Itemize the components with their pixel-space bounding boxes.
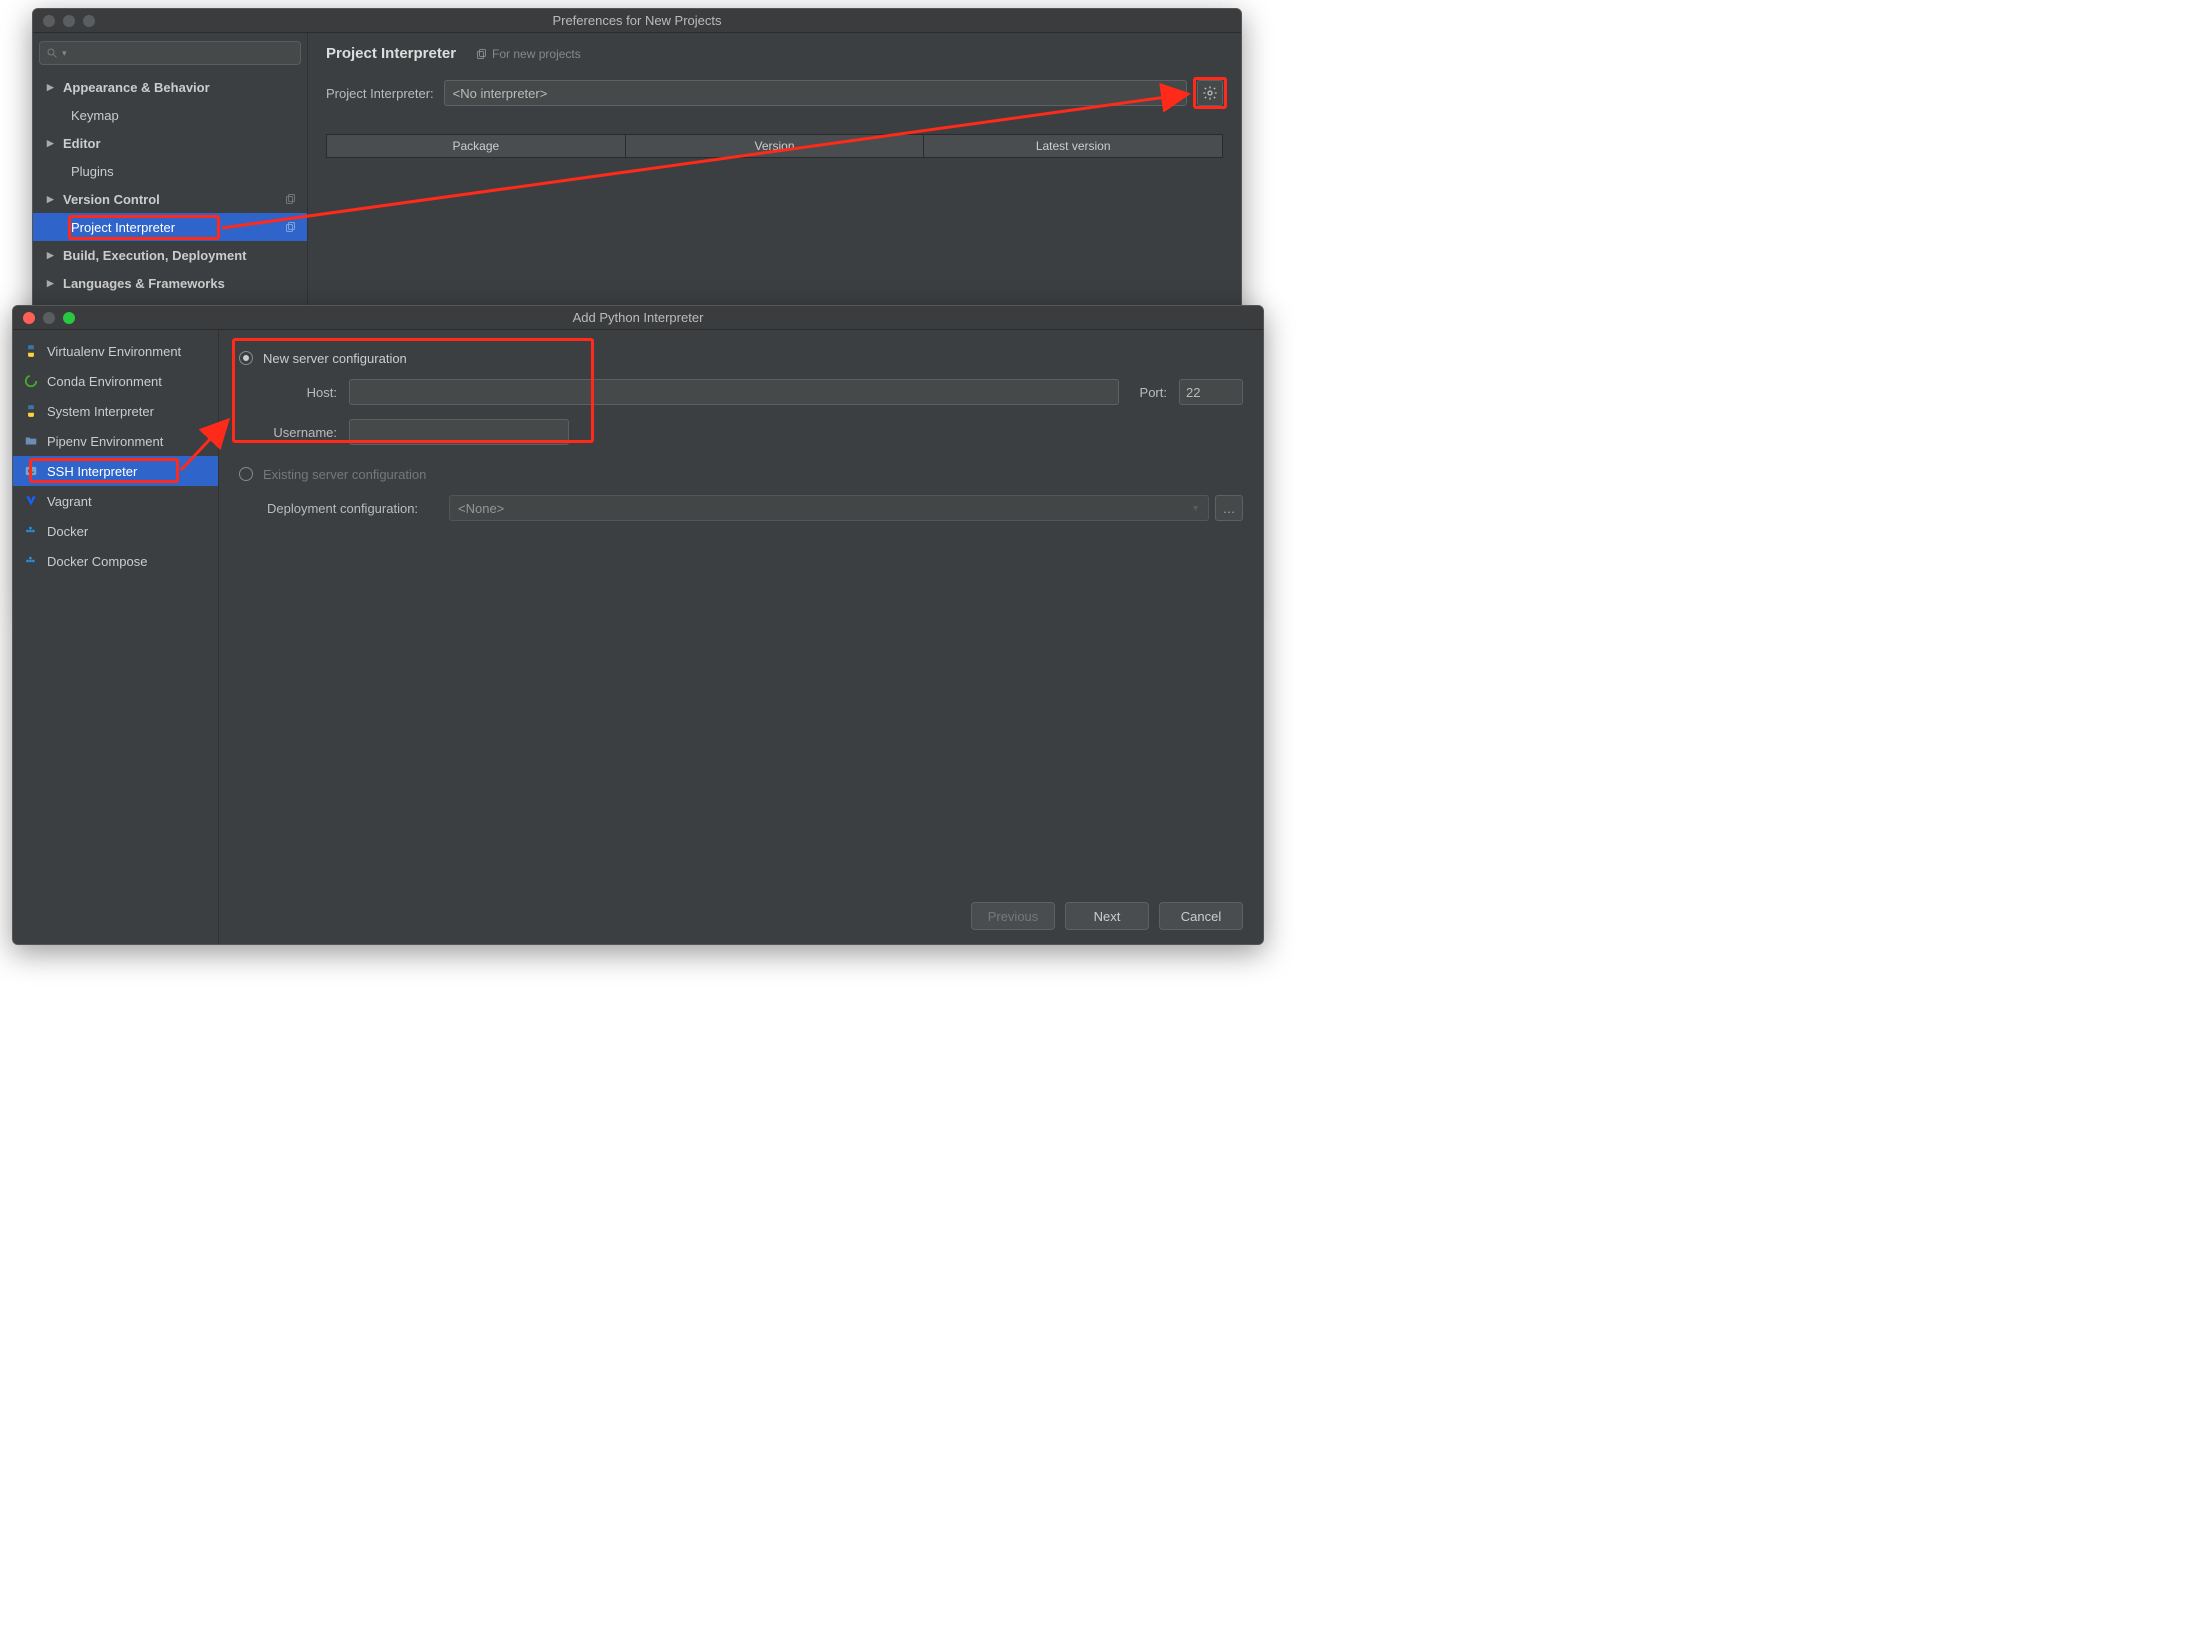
col-package[interactable]: Package — [327, 135, 626, 157]
radio-existing-server[interactable]: Existing server configuration — [239, 460, 1243, 488]
type-system[interactable]: System Interpreter — [13, 396, 218, 426]
col-version[interactable]: Version — [626, 135, 925, 157]
conda-icon — [23, 373, 39, 389]
terminal-icon — [23, 463, 39, 479]
tree-label: Plugins — [71, 164, 114, 179]
preferences-search-input[interactable]: ▾ — [39, 41, 301, 65]
tree-build[interactable]: ▸Build, Execution, Deployment — [33, 241, 307, 269]
search-icon — [46, 47, 58, 59]
radio-icon — [239, 467, 253, 481]
next-button[interactable]: Next — [1065, 902, 1149, 930]
type-docker[interactable]: Docker — [13, 516, 218, 546]
docker-icon — [23, 553, 39, 569]
cancel-button[interactable]: Cancel — [1159, 902, 1243, 930]
type-label: System Interpreter — [47, 404, 154, 419]
add-interpreter-window: Add Python Interpreter Virtualenv Enviro… — [12, 305, 1264, 945]
type-virtualenv[interactable]: Virtualenv Environment — [13, 336, 218, 366]
tree-label: Editor — [63, 136, 101, 151]
interpreter-value: <No interpreter> — [453, 86, 548, 101]
gear-icon — [1202, 85, 1218, 101]
type-label: Vagrant — [47, 494, 92, 509]
deploy-label: Deployment configuration: — [239, 501, 449, 516]
chevron-down-icon: ▼ — [1169, 88, 1178, 98]
packages-table: Package Version Latest version — [326, 134, 1223, 158]
python-icon — [23, 403, 39, 419]
tree-label: Keymap — [71, 108, 119, 123]
username-input[interactable] — [349, 419, 569, 445]
interpreter-settings-button[interactable] — [1197, 80, 1223, 106]
preferences-title: Preferences for New Projects — [33, 13, 1241, 28]
radio-new-server[interactable]: New server configuration — [239, 344, 1243, 372]
tree-label: Project Interpreter — [71, 220, 175, 235]
interpreter-dropdown[interactable]: <No interpreter> ▼ — [444, 80, 1187, 106]
type-docker-compose[interactable]: Docker Compose — [13, 546, 218, 576]
type-label: Docker — [47, 524, 88, 539]
docker-icon — [23, 523, 39, 539]
tree-languages[interactable]: ▸Languages & Frameworks — [33, 269, 307, 297]
chevron-down-icon: ▼ — [1191, 503, 1200, 513]
tree-label: Languages & Frameworks — [63, 276, 225, 291]
copy-icon — [285, 221, 297, 233]
add-interpreter-titlebar[interactable]: Add Python Interpreter — [13, 306, 1263, 330]
port-label: Port: — [1119, 385, 1179, 400]
col-latest[interactable]: Latest version — [924, 135, 1222, 157]
type-vagrant[interactable]: Vagrant — [13, 486, 218, 516]
python-icon — [23, 343, 39, 359]
deploy-value: <None> — [458, 501, 504, 516]
type-label: Virtualenv Environment — [47, 344, 181, 359]
radio-label: New server configuration — [263, 351, 407, 366]
copy-icon — [476, 48, 488, 60]
type-pipenv[interactable]: Pipenv Environment — [13, 426, 218, 456]
tree-version-control[interactable]: ▸Version Control — [33, 185, 307, 213]
type-label: SSH Interpreter — [47, 464, 137, 479]
folder-icon — [23, 433, 39, 449]
radio-label: Existing server configuration — [263, 467, 426, 482]
type-label: Pipenv Environment — [47, 434, 163, 449]
port-input[interactable]: 22 — [1179, 379, 1243, 405]
interpreter-type-list: Virtualenv Environment Conda Environment… — [13, 330, 219, 944]
for-new-projects-label: For new projects — [476, 47, 581, 61]
tree-label: Build, Execution, Deployment — [63, 248, 246, 263]
vagrant-icon — [23, 493, 39, 509]
radio-icon — [239, 351, 253, 365]
type-ssh[interactable]: SSH Interpreter — [13, 456, 218, 486]
type-label: Docker Compose — [47, 554, 147, 569]
tree-project-interpreter[interactable]: Project Interpreter — [33, 213, 307, 241]
tree-editor[interactable]: ▸Editor — [33, 129, 307, 157]
username-label: Username: — [239, 425, 349, 440]
preferences-titlebar[interactable]: Preferences for New Projects — [33, 9, 1241, 33]
tree-label: Appearance & Behavior — [63, 80, 210, 95]
page-title: Project Interpreter — [326, 45, 456, 62]
type-label: Conda Environment — [47, 374, 162, 389]
tree-appearance[interactable]: ▸Appearance & Behavior — [33, 73, 307, 101]
host-label: Host: — [239, 385, 349, 400]
deploy-dropdown: <None> ▼ — [449, 495, 1209, 521]
tree-keymap[interactable]: Keymap — [33, 101, 307, 129]
add-interpreter-title: Add Python Interpreter — [13, 310, 1263, 325]
tree-plugins[interactable]: Plugins — [33, 157, 307, 185]
previous-button: Previous — [971, 902, 1055, 930]
tree-label: Version Control — [63, 192, 160, 207]
copy-icon — [285, 193, 297, 205]
deploy-browse-button: … — [1215, 495, 1243, 521]
host-input[interactable] — [349, 379, 1119, 405]
interpreter-label: Project Interpreter: — [326, 86, 434, 101]
type-conda[interactable]: Conda Environment — [13, 366, 218, 396]
